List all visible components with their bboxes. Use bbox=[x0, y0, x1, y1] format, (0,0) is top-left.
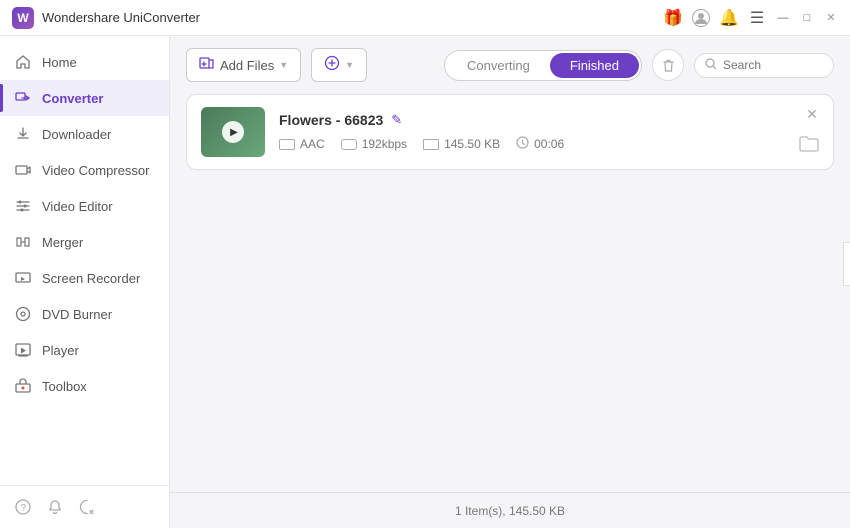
tab-group: Converting Finished bbox=[444, 50, 642, 81]
add-files-label: Add Files bbox=[220, 58, 274, 73]
files-area: ▶ Flowers - 66823 ✎ AAC bbox=[170, 94, 850, 492]
sidebar-item-converter[interactable]: Converter bbox=[0, 80, 169, 116]
search-icon bbox=[705, 58, 717, 73]
file-thumbnail: ▶ bbox=[201, 107, 265, 157]
file-bitrate: 192kbps bbox=[341, 137, 407, 151]
app-title: Wondershare UniConverter bbox=[42, 10, 200, 25]
sidebar-item-video-compressor[interactable]: Video Compressor bbox=[0, 152, 169, 188]
file-close-button[interactable]: ✕ bbox=[803, 105, 821, 123]
tab-converting[interactable]: Converting bbox=[447, 53, 550, 78]
format-icon bbox=[279, 139, 295, 150]
close-button[interactable]: ✕ bbox=[824, 11, 838, 25]
sidebar-item-merger-label: Merger bbox=[42, 235, 83, 250]
titlebar-controls: 🎁 🔔 ☰ — □ ✕ bbox=[664, 9, 838, 27]
add-icon bbox=[324, 55, 340, 75]
sidebar-item-video-editor[interactable]: Video Editor bbox=[0, 188, 169, 224]
sidebar-item-dvd-burner-label: DVD Burner bbox=[42, 307, 112, 322]
sidebar-item-player-label: Player bbox=[42, 343, 79, 358]
menu-icon[interactable]: ☰ bbox=[748, 9, 766, 27]
file-bitrate-value: 192kbps bbox=[362, 137, 407, 151]
sidebar-item-video-editor-label: Video Editor bbox=[42, 199, 113, 214]
file-format: AAC bbox=[279, 137, 325, 151]
clock-icon bbox=[516, 136, 529, 152]
sidebar-item-toolbox[interactable]: Toolbox bbox=[0, 368, 169, 404]
user-icon[interactable] bbox=[692, 9, 710, 27]
bitrate-icon bbox=[341, 139, 357, 150]
toolbar: Add Files ▼ ▼ Converti bbox=[170, 36, 850, 94]
sidebar: Home Converter Downloader bbox=[0, 36, 170, 528]
content-area: Add Files ▼ ▼ Converti bbox=[170, 36, 850, 528]
sidebar-bottom: ? bbox=[0, 485, 169, 528]
file-name: Flowers - 66823 bbox=[279, 112, 383, 128]
add-files-button[interactable]: Add Files ▼ bbox=[186, 48, 301, 82]
add-button[interactable]: ▼ bbox=[311, 48, 367, 82]
video-editor-icon bbox=[14, 197, 32, 215]
sidebar-item-dvd-burner[interactable]: DVD Burner bbox=[0, 296, 169, 332]
feedback-icon[interactable] bbox=[78, 498, 96, 516]
add-label: ▼ bbox=[345, 60, 354, 70]
screen-recorder-icon bbox=[14, 269, 32, 287]
help-icon[interactable]: ? bbox=[14, 498, 32, 516]
minimize-button[interactable]: — bbox=[776, 11, 790, 25]
app-logo: W bbox=[12, 7, 34, 29]
sidebar-item-toolbox-label: Toolbox bbox=[42, 379, 87, 394]
file-size: 145.50 KB bbox=[423, 137, 500, 151]
file-format-value: AAC bbox=[300, 137, 325, 151]
search-box bbox=[694, 53, 834, 78]
merger-icon bbox=[14, 233, 32, 251]
file-info: Flowers - 66823 ✎ AAC 192kbps bbox=[279, 112, 819, 152]
toolbar-left: Add Files ▼ ▼ bbox=[186, 48, 367, 82]
play-button[interactable]: ▶ bbox=[222, 121, 244, 143]
sidebar-item-downloader[interactable]: Downloader bbox=[0, 116, 169, 152]
sidebar-item-player[interactable]: Player bbox=[0, 332, 169, 368]
bell-icon[interactable] bbox=[46, 498, 64, 516]
sidebar-collapse-button[interactable]: ‹ bbox=[843, 242, 850, 286]
titlebar-left: W Wondershare UniConverter bbox=[12, 7, 200, 29]
player-icon bbox=[14, 341, 32, 359]
maximize-button[interactable]: □ bbox=[800, 11, 814, 25]
main-layout: Home Converter Downloader bbox=[0, 36, 850, 528]
sidebar-item-converter-label: Converter bbox=[42, 91, 103, 106]
sidebar-item-screen-recorder[interactable]: Screen Recorder bbox=[0, 260, 169, 296]
sidebar-item-downloader-label: Downloader bbox=[42, 127, 111, 142]
sidebar-item-home-label: Home bbox=[42, 55, 77, 70]
gift-icon[interactable]: 🎁 bbox=[664, 9, 682, 27]
svg-text:?: ? bbox=[21, 503, 27, 514]
file-duration: 00:06 bbox=[516, 136, 564, 152]
sidebar-nav: Home Converter Downloader bbox=[0, 36, 169, 485]
size-icon bbox=[423, 139, 439, 150]
file-name-row: Flowers - 66823 ✎ bbox=[279, 112, 819, 128]
sidebar-item-home[interactable]: Home bbox=[0, 44, 169, 80]
status-text: 1 Item(s), 145.50 KB bbox=[455, 504, 565, 518]
sidebar-item-merger[interactable]: Merger bbox=[0, 224, 169, 260]
video-compressor-icon bbox=[14, 161, 32, 179]
file-folder-button[interactable] bbox=[799, 135, 819, 157]
file-card: ▶ Flowers - 66823 ✎ AAC bbox=[186, 94, 834, 170]
file-size-value: 145.50 KB bbox=[444, 137, 500, 151]
converter-icon bbox=[14, 89, 32, 107]
toolbar-right: Converting Finished bbox=[444, 49, 834, 81]
titlebar: W Wondershare UniConverter 🎁 🔔 ☰ — □ ✕ bbox=[0, 0, 850, 36]
file-duration-value: 00:06 bbox=[534, 137, 564, 151]
toolbox-icon bbox=[14, 377, 32, 395]
status-bar: 1 Item(s), 145.50 KB bbox=[170, 492, 850, 528]
tab-finished[interactable]: Finished bbox=[550, 53, 639, 78]
notification-icon[interactable]: 🔔 bbox=[720, 9, 738, 27]
trash-button[interactable] bbox=[652, 49, 684, 81]
dvd-burner-icon bbox=[14, 305, 32, 323]
add-files-dropdown-icon: ▼ bbox=[279, 60, 288, 70]
add-files-icon bbox=[199, 55, 215, 75]
downloader-icon bbox=[14, 125, 32, 143]
search-input[interactable] bbox=[723, 58, 823, 72]
file-meta: AAC 192kbps 145.50 KB bbox=[279, 136, 819, 152]
sidebar-item-screen-recorder-label: Screen Recorder bbox=[42, 271, 140, 286]
home-icon bbox=[14, 53, 32, 71]
edit-icon[interactable]: ✎ bbox=[391, 112, 402, 128]
sidebar-item-video-compressor-label: Video Compressor bbox=[42, 163, 149, 178]
